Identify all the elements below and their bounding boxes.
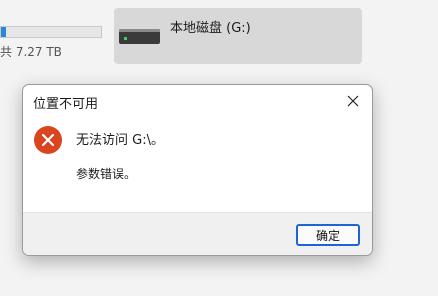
capacity-text: 共 7.27 TB [0,45,62,59]
dialog-content: 无法访问 G:\。 参数错误。 [23,117,372,213]
hard-drive-icon [119,29,160,44]
error-icon [34,126,62,154]
drive-led [124,37,127,40]
close-button[interactable] [342,90,364,112]
error-dialog: 位置不可用 无法访问 G:\。 参数错误。 确定 [22,84,373,256]
close-icon [347,95,359,107]
error-detail: 参数错误。 [76,167,137,181]
drive-label: 本地磁盘 (G:) [170,21,251,36]
capacity-bar-fill [1,27,6,37]
dialog-titlebar: 位置不可用 [23,85,372,117]
capacity-bar [0,26,102,38]
dialog-footer: 确定 [23,212,372,255]
ok-button[interactable]: 确定 [296,224,360,246]
dialog-title: 位置不可用 [33,97,99,112]
error-message: 无法访问 G:\。 [76,133,164,148]
